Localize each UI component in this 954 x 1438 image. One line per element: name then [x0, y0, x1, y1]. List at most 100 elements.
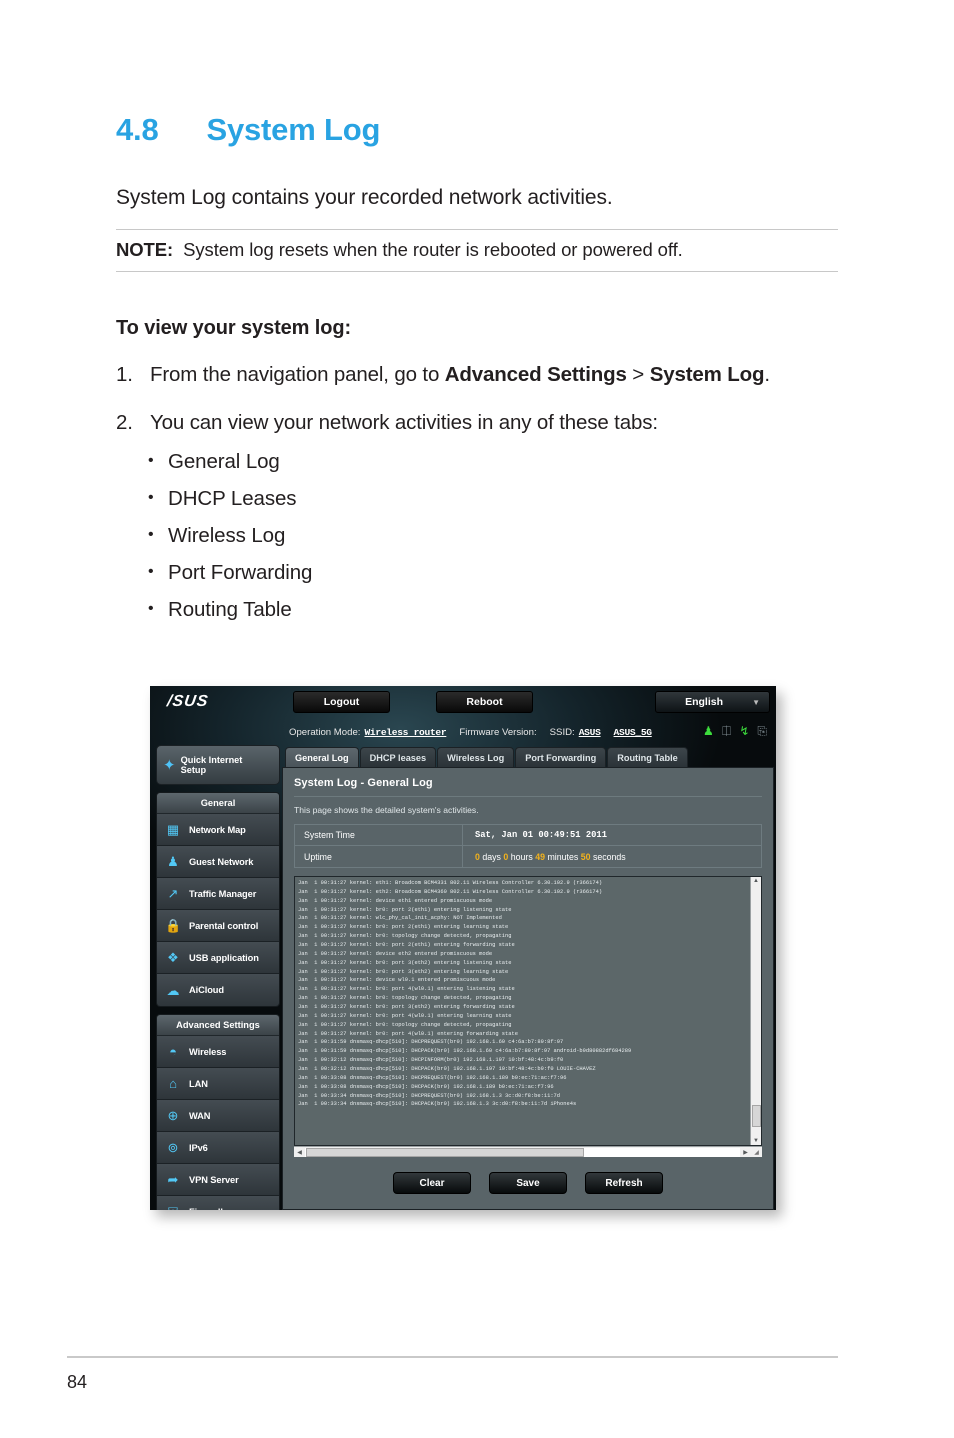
document-body: 4.8 System Log System Log contains your … [116, 0, 838, 622]
logout-button[interactable]: Logout [293, 691, 390, 713]
step-1-part-b: Advanced Settings [444, 363, 627, 387]
bullet-label: Routing Table [168, 597, 292, 621]
bullet-label: Port Forwarding [168, 560, 313, 584]
sidebar-item-aicloud[interactable]: ☁ AiCloud [157, 974, 279, 1006]
vscroll-thumb[interactable] [751, 1105, 761, 1127]
router-ui-screenshot: /SUS Logout Reboot English ▼ Operation M… [150, 686, 776, 1210]
printer-icon[interactable]: ⎘ [757, 725, 767, 737]
sidebar-item-traffic-manager[interactable]: ↗ Traffic Manager [157, 878, 279, 910]
sidebar-item-label: Wireless [189, 1046, 227, 1057]
ipv6-globe-icon: ⊚ [167, 1140, 179, 1155]
step-1-part-e: . [764, 363, 770, 387]
bullet-glyph: • [148, 525, 154, 543]
language-select[interactable]: English ▼ [655, 691, 770, 713]
step-2: 2. You can view your network activities … [116, 410, 838, 436]
quick-internet-setup-button[interactable]: ✦ Quick Internet Setup [156, 745, 280, 785]
bullet-glyph: • [148, 599, 154, 617]
operation-mode-label: Operation Mode: [289, 726, 361, 738]
system-log-textarea[interactable]: Jan 1 00:31:27 kernel: eth1: Broadcom BC… [294, 876, 762, 1146]
tab-wireless-log[interactable]: Wireless Log [437, 747, 515, 767]
sidebar-item-parental-control[interactable]: 🔒 Parental control [157, 910, 279, 942]
sidebar-item-guest-network[interactable]: ♟ Guest Network [157, 846, 279, 878]
traffic-manager-icon: ↗ [167, 886, 179, 901]
sidebar-item-lan[interactable]: ⌂ LAN [157, 1068, 279, 1100]
list-item: • DHCP Leases [148, 487, 838, 511]
sidebar-group-title: General [157, 793, 279, 814]
panel-title: System Log - General Log [294, 777, 433, 789]
sidebar-item-wireless[interactable]: ◓ Wireless [157, 1036, 279, 1068]
list-item: • Routing Table [148, 598, 838, 622]
panel-divider [294, 796, 762, 797]
ssid-label: SSID: [549, 726, 575, 738]
hscroll-track[interactable] [305, 1147, 740, 1157]
uptime-hours-unit: hours [508, 851, 536, 862]
sidebar-item-label: VPN Server [189, 1174, 239, 1185]
log-content: Jan 1 00:31:27 kernel: eth1: Broadcom BC… [298, 880, 632, 1108]
sidebar-item-network-map[interactable]: ▦ Network Map [157, 814, 279, 846]
ssid-value-24g[interactable]: ASUS [579, 727, 601, 738]
usb-icon[interactable]: ↯ [739, 725, 749, 737]
page-title: 4.8 System Log [116, 112, 838, 148]
clear-button[interactable]: Clear [393, 1172, 471, 1194]
save-button[interactable]: Save [489, 1172, 567, 1194]
sidebar-item-ipv6[interactable]: ⊚ IPv6 [157, 1132, 279, 1164]
scroll-right-icon[interactable]: ▶ [740, 1149, 751, 1156]
uptime-label: Uptime [295, 846, 463, 867]
general-log-panel: System Log - General Log This page shows… [282, 767, 774, 1210]
asus-logo: /SUS [165, 693, 210, 710]
network-map-icon: ▦ [166, 822, 180, 837]
sidebar-item-label: LAN [189, 1078, 208, 1089]
table-row: System Time Sat, Jan 01 00:49:51 2011 [295, 825, 761, 846]
sidebar-group-title: Advanced Settings [157, 1015, 279, 1036]
tab-dhcp-leases[interactable]: DHCP leases [359, 747, 437, 767]
step-1-part-a: From the navigation panel, go to [150, 363, 445, 387]
bullet-glyph: • [148, 562, 154, 580]
log-vertical-scrollbar[interactable]: ▲ ▼ [750, 877, 761, 1145]
step-2-text: You can view your network activities in … [150, 411, 658, 435]
monitor-icon[interactable]: ⎅ [722, 725, 732, 737]
shield-icon: ⛨ [165, 1206, 181, 1211]
user-icon[interactable]: ♟ [703, 725, 714, 737]
sidebar-item-vpn-server[interactable]: ➦ VPN Server [157, 1164, 279, 1196]
step-1-part-c: > [626, 363, 650, 387]
bullet-label: DHCP Leases [168, 486, 297, 510]
log-horizontal-scrollbar[interactable]: ◀ ▶ ◢ [294, 1146, 762, 1157]
router-content: General Log DHCP leases Wireless Log Por… [282, 745, 776, 1210]
ssid-value-5g[interactable]: ASUS_5G [614, 727, 653, 738]
refresh-button[interactable]: Refresh [585, 1172, 663, 1194]
router-info-row: Operation Mode: Wireless router Firmware… [150, 719, 776, 745]
step-1-part-d: System Log [649, 363, 765, 387]
uptime-seconds: 50 [580, 851, 591, 862]
system-time-label: System Time [295, 825, 463, 845]
scroll-left-icon[interactable]: ◀ [294, 1149, 305, 1156]
vpn-arrow-icon: ➦ [167, 1172, 179, 1187]
system-info-table: System Time Sat, Jan 01 00:49:51 2011 Up… [294, 824, 762, 868]
resize-grip-icon[interactable]: ◢ [751, 1149, 762, 1156]
guest-network-icon: ♟ [167, 854, 179, 869]
router-topbar: /SUS Logout Reboot English ▼ [150, 686, 776, 719]
hscroll-thumb[interactable] [306, 1147, 585, 1157]
log-tab-row: General Log DHCP leases Wireless Log Por… [282, 745, 774, 767]
tab-general-log[interactable]: General Log [285, 747, 359, 767]
sidebar-item-label: Firewall [189, 1207, 223, 1210]
language-label: English [685, 696, 723, 708]
tab-port-forwarding[interactable]: Port Forwarding [515, 747, 607, 767]
tab-routing-table[interactable]: Routing Table [607, 747, 688, 767]
scroll-up-icon[interactable]: ▲ [753, 877, 759, 885]
panel-subtitle: This page shows the detailed system's ac… [294, 805, 479, 815]
operation-mode-value[interactable]: Wireless router [364, 727, 446, 738]
sidebar-item-label: Parental control [189, 920, 259, 931]
section-title: System Log [206, 112, 381, 147]
log-action-buttons: Clear Save Refresh [294, 1157, 762, 1209]
qis-line-1: Quick Internet [180, 754, 243, 765]
sidebar-item-usb-application[interactable]: ❖ USB application [157, 942, 279, 974]
qis-line-2: Setup [180, 765, 207, 775]
uptime-days-unit: days [479, 851, 504, 862]
uptime-value: 0 days 0 hours 49 minutes 50 seconds [463, 852, 761, 862]
sidebar-item-wan[interactable]: ⊕ WAN [157, 1100, 279, 1132]
scroll-down-icon[interactable]: ▼ [753, 1137, 759, 1145]
reboot-button[interactable]: Reboot [436, 691, 533, 713]
note-block: NOTE: System log resets when the router … [116, 229, 838, 273]
sidebar-item-firewall[interactable]: ⛨ Firewall [157, 1196, 279, 1210]
howto-heading: To view your system log: [116, 317, 352, 340]
